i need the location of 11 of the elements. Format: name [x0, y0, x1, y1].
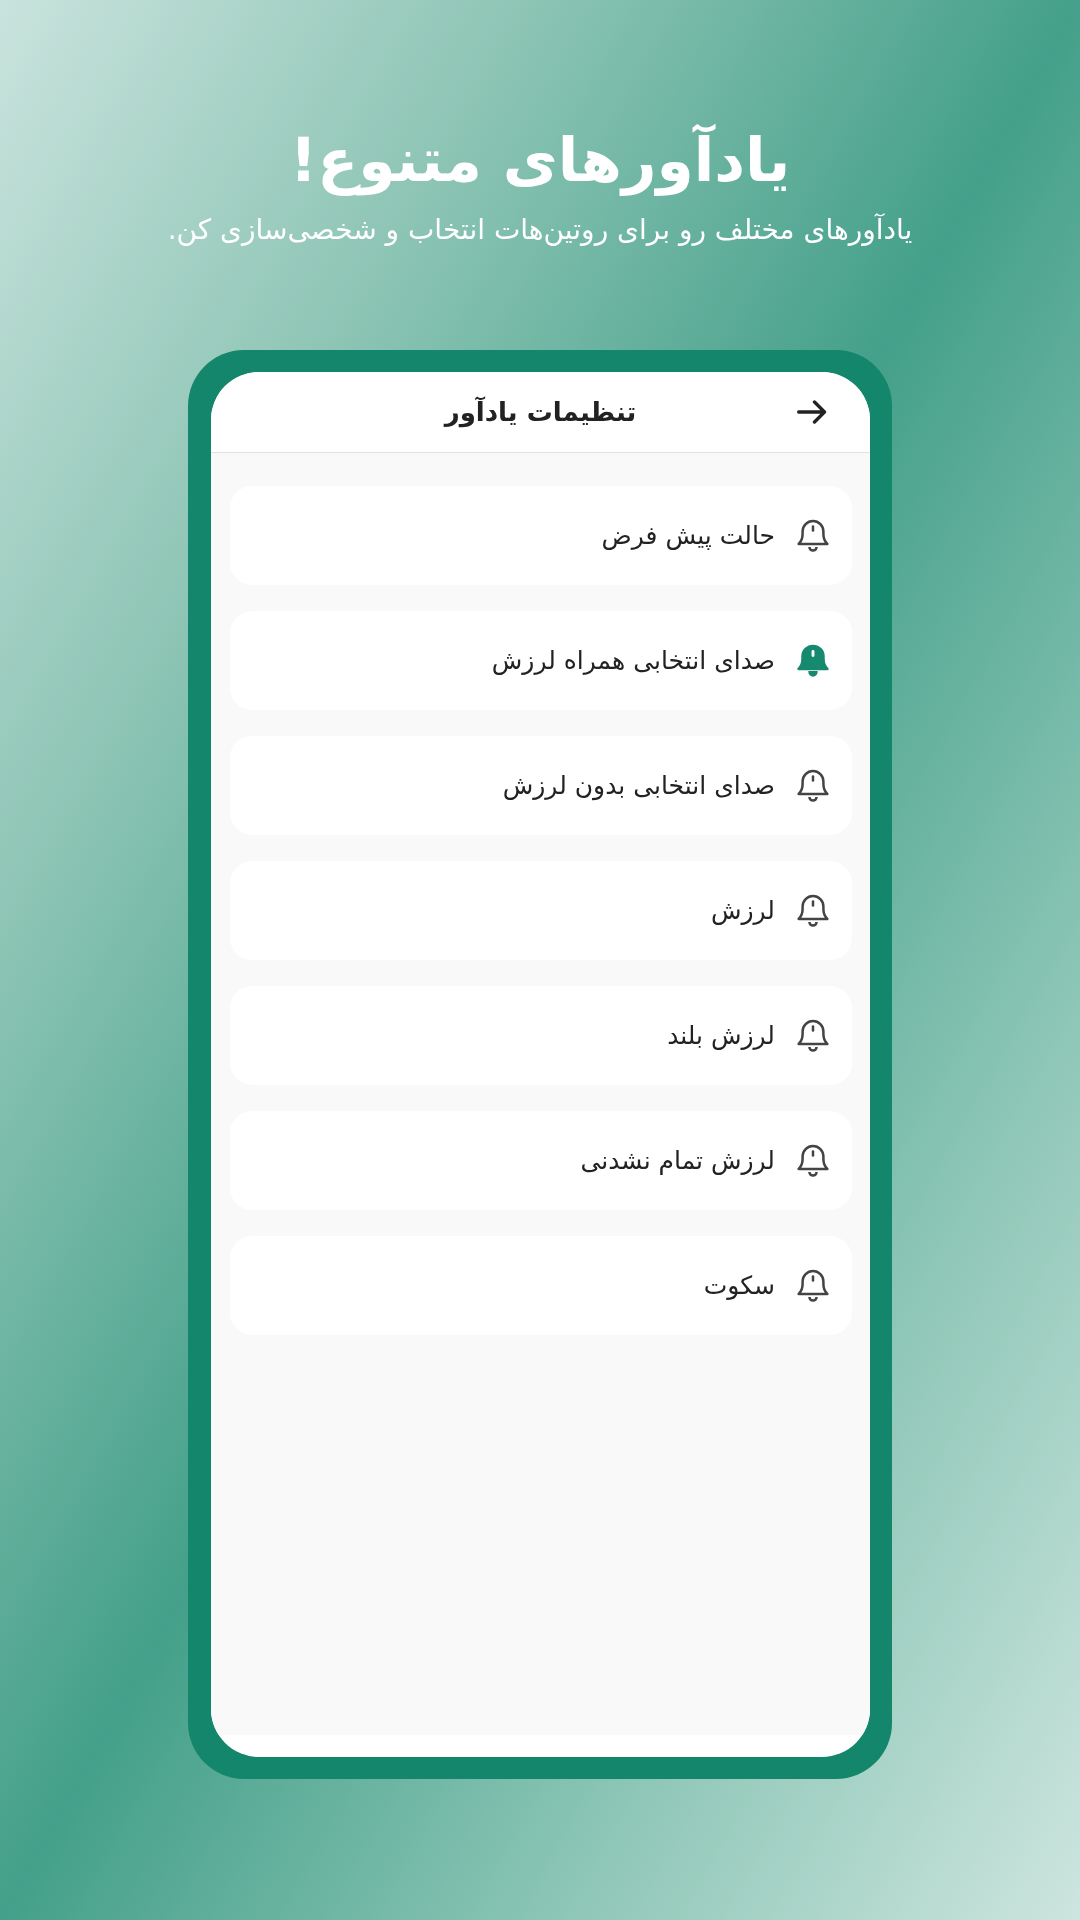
reminder-option[interactable]: لرزش بلند [230, 986, 852, 1085]
reminder-option[interactable]: سکوت [230, 1236, 852, 1335]
screen-title: تنظیمات یادآور [444, 397, 637, 427]
reminder-option[interactable]: لرزش [230, 861, 852, 960]
reminder-option[interactable]: لرزش تمام نشدنی [230, 1111, 852, 1210]
promo-subtitle: یادآورهای مختلف رو برای روتین‌هات انتخاب و شخصی‌سازی کن. [167, 212, 913, 248]
arrow-icon [797, 400, 827, 424]
promo-headline: یادآورهای متنوع! [289, 123, 791, 198]
reminder-option[interactable]: حالت پیش فرض [230, 486, 852, 585]
reminder-option[interactable]: صدای انتخابی بدون لرزش [230, 736, 852, 835]
reminder-option[interactable]: صدای انتخابی همراه لرزش [230, 611, 852, 710]
